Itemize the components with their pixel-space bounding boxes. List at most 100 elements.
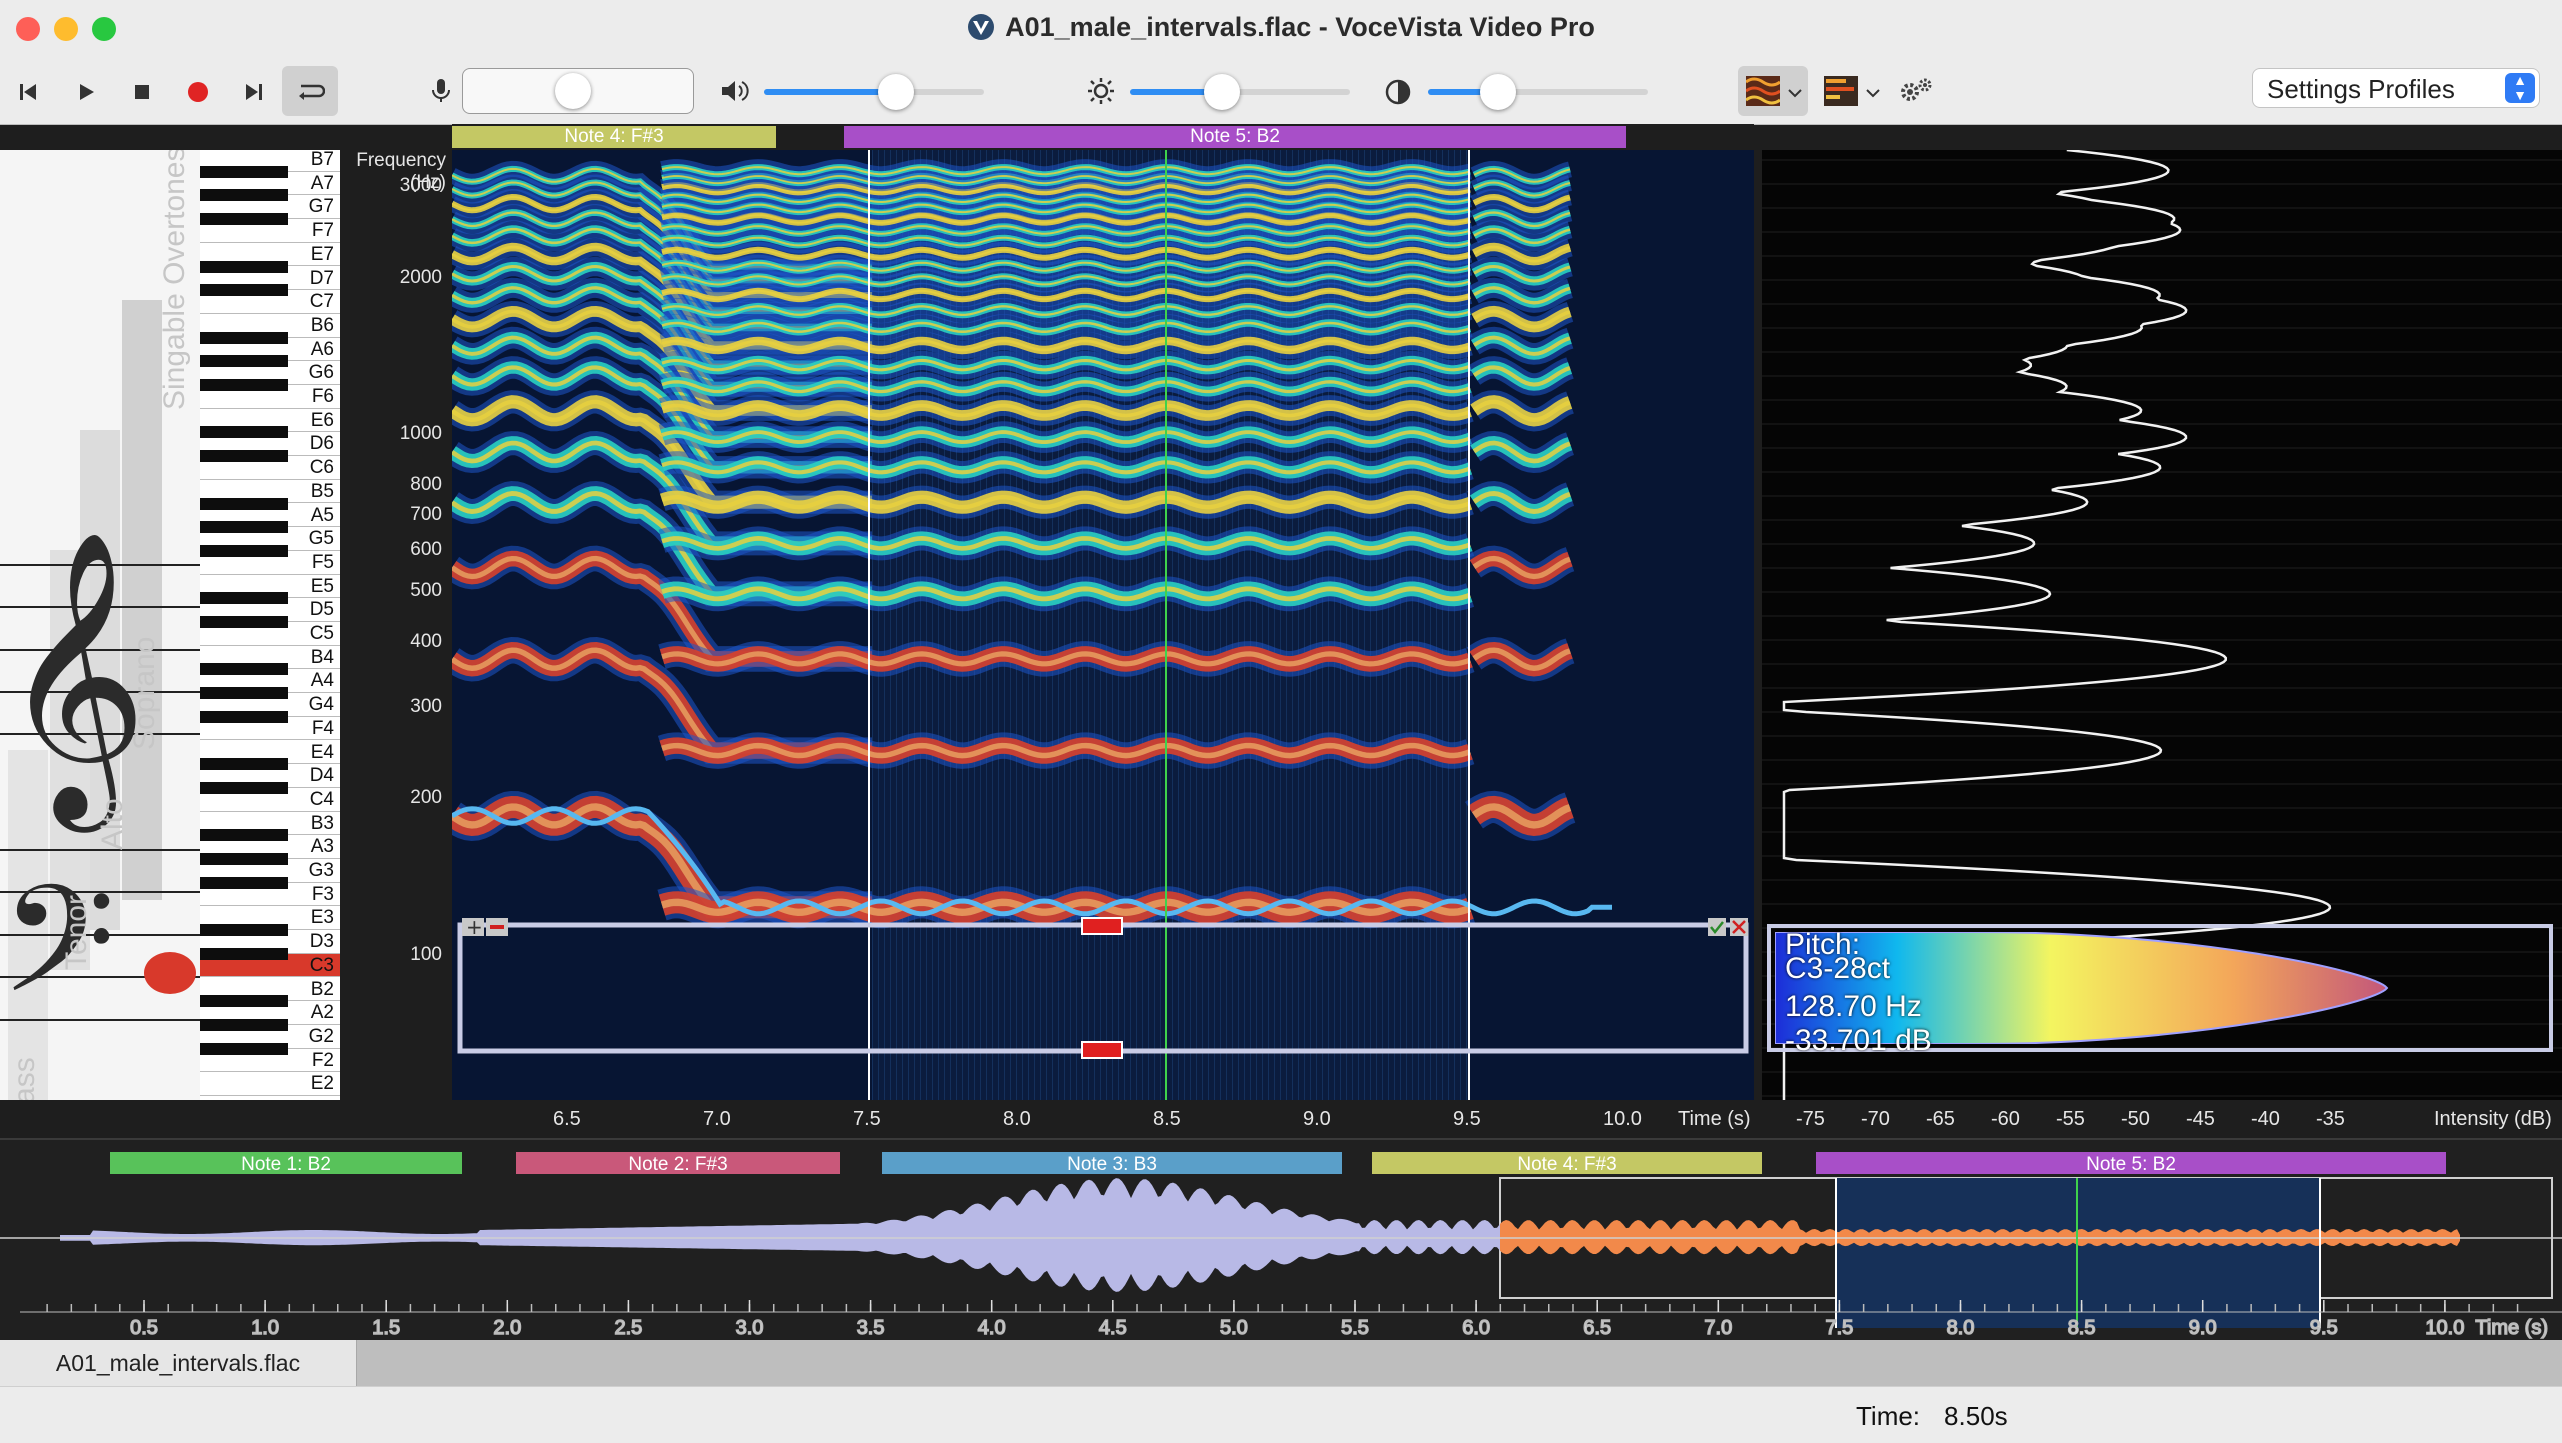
intensity-tick: -70 [1861,1108,1890,1130]
piano-key-label: C5 [309,623,334,644]
pitch-readout: Pitch: C3-28ct 128.70 Hz -33.701 dB [1767,924,2553,1057]
svg-text:+: + [466,915,483,939]
contrast-slider[interactable] [1428,74,1648,110]
piano-key-label: D3 [309,931,334,953]
piano-black-key[interactable] [200,426,288,439]
piano-key-label: D5 [309,599,334,621]
piano-black-key[interactable] [200,687,288,700]
piano-black-key[interactable] [200,450,288,463]
piano-keyboard[interactable]: B7 A7 G7 F7 E7 D7 C7 B6 A6 G6 F6 E6 D6 C6 B5 A5 G5 F5 E5 D5… [200,150,340,1100]
volume-slider-knob[interactable] [878,74,914,110]
intensity-tick: -40 [2251,1108,2280,1130]
intensity-axis: -75 -70 -65 -60 -55 -50 -45 -40 -35 Intensity (dB… [1762,1100,2562,1136]
frequency-axis: Frequency (Hz) 3000 2000 1000 800 700 600 500 4… [340,150,450,1100]
piano-black-key[interactable] [200,189,288,202]
intensity-tick: -50 [2121,1108,2150,1130]
overview-time-tick: 9.5 [2310,1317,2338,1339]
piano-black-key[interactable] [200,947,288,960]
piano-black-key[interactable] [200,355,288,368]
piano-black-key[interactable] [200,853,288,865]
brightness-slider[interactable] [1130,74,1350,110]
piano-black-key[interactable] [200,544,288,557]
piano-key-label: E6 [310,409,334,431]
piano-black-key[interactable] [200,260,288,273]
time-status: Time: 8.50s [1856,1401,2008,1432]
piano-black-key[interactable] [200,165,288,178]
play-button[interactable] [66,72,106,112]
time-tick: 9.0 [1303,1108,1331,1130]
piano-key-label: C6 [309,457,334,479]
note-bar-note-4[interactable]: Note 4: F#3 [452,126,776,148]
intensity-tick: -60 [1991,1108,2020,1130]
piano-black-key[interactable] [200,213,288,226]
piano-black-key[interactable] [200,710,288,723]
file-tab[interactable]: A01_male_intervals.flac [0,1340,357,1386]
spectrogram-note-bars: Note 4: F#3 Note 5: B2 [452,124,1754,150]
contrast-slider-knob[interactable] [1480,74,1516,110]
power-spectrum-icon [1824,76,1858,106]
skip-back-button[interactable] [8,72,48,112]
confirm-selection-icon[interactable] [1708,918,1726,936]
note-bar-note-5[interactable]: Note 5: B2 [844,126,1626,148]
record-button[interactable] [178,72,218,112]
spectrogram-waves-icon [1746,76,1780,106]
piano-key-label: F3 [311,883,334,905]
piano-black-key[interactable] [200,663,288,676]
piano-black-key[interactable] [200,284,288,297]
toolbar: Settings Profiles ▲ ▼ [0,58,2562,125]
piano-key-label: E2 [310,1073,334,1095]
piano-black-key[interactable] [200,924,288,937]
spectrogram-view[interactable]: + [452,150,1754,1100]
stop-button[interactable] [122,72,162,112]
piano-black-key[interactable] [200,1018,288,1031]
status-bar: Time: 8.50s [0,1386,2562,1443]
piano-black-key[interactable] [200,758,288,771]
piano-black-key[interactable] [200,331,288,344]
selection-top-handle[interactable] [1081,917,1123,935]
spectrogram-style-menu[interactable] [1738,66,1808,116]
piano-key-label: G5 [308,528,334,550]
overview-waveform[interactable]: Note 1: B2 Note 2: F#3 Note 3: B3 Note 4: F… [0,1138,2562,1340]
waveform-shape [60,1178,1500,1292]
skip-forward-button[interactable] [234,72,274,112]
brightness-slider-knob[interactable] [1204,74,1240,110]
chevron-down-icon [1866,89,1880,98]
piano-key-label: B6 [310,314,334,336]
contrast-icon [1385,79,1411,105]
piano-black-key[interactable] [200,781,288,794]
overview-time-tick: 1.5 [372,1317,400,1339]
frequency-tick: 100 [410,944,442,965]
piano-key-label: G4 [308,694,334,716]
frequency-tick: 600 [410,538,442,560]
input-gain-knob[interactable] [555,73,591,109]
piano-black-key[interactable] [200,521,288,534]
settings-profiles-label: Settings Profiles [2267,74,2455,104]
piano-black-key[interactable] [200,592,288,605]
input-gain-meter[interactable] [462,68,694,114]
spectrogram-plot: + [452,150,1754,1100]
settings-profiles-select[interactable]: Settings Profiles ▲ ▼ [2252,68,2540,108]
piano-key-label: G7 [308,196,334,218]
piano-key-label: A5 [310,504,334,526]
piano-black-key[interactable] [200,616,288,628]
piano-black-key[interactable] [200,876,288,889]
overview-time-tick: 4.0 [978,1317,1006,1339]
piano-black-key[interactable] [200,995,288,1008]
piano-key-label: D7 [309,267,334,289]
piano-black-key[interactable] [200,829,288,842]
time-value: 8.50s [1944,1401,2008,1431]
intensity-axis-title: Intensity (dB) [2434,1108,2552,1130]
volume-slider[interactable] [764,74,984,110]
piano-black-key[interactable] [200,497,288,510]
overview-time-tick: 7.0 [1704,1317,1732,1339]
piano-black-key[interactable] [200,379,288,391]
settings-gears-icon[interactable] [1898,76,1934,106]
overview-time-tick: 6.0 [1462,1317,1490,1339]
piano-key-label: G2 [308,1025,334,1047]
power-spectrum-style-menu[interactable] [1816,66,1886,116]
selection-bottom-handle[interactable] [1081,1041,1123,1059]
loop-button[interactable] [282,66,338,116]
piano-key-e2[interactable]: E2 [200,1072,340,1096]
piano-black-key[interactable] [200,1042,288,1055]
window-title: A01_male_intervals.flac - VoceVista Vide… [0,12,2562,43]
